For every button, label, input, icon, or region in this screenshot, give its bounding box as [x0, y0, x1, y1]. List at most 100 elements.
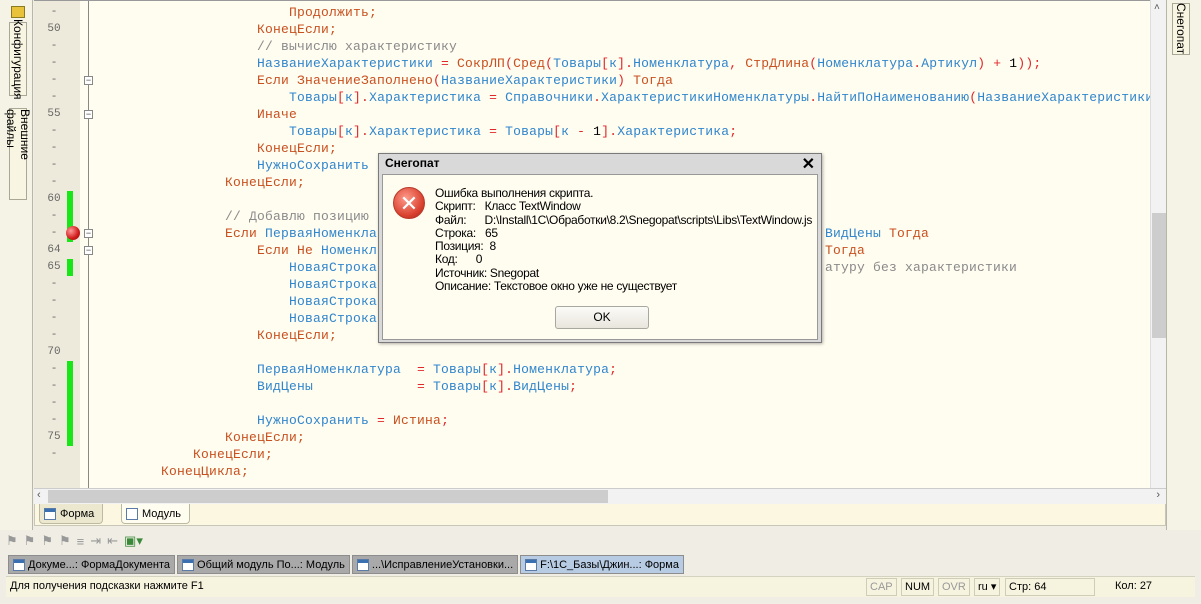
code-token: КонецЕсли;	[257, 141, 338, 156]
code-token: ].	[617, 56, 634, 71]
error-detail-line: Ошибка выполнения скрипта.	[435, 186, 594, 200]
code-line[interactable]: НоваяСтрока	[289, 293, 377, 310]
code-line[interactable]: КонецЕсли;	[257, 140, 337, 157]
code-line[interactable]: НужноСохранить = Истина;	[257, 412, 449, 429]
changed-line-marker	[67, 208, 73, 225]
code-token: .	[809, 90, 818, 105]
module-icon	[126, 507, 138, 520]
window-tab-label: Общий модуль По...: Модуль	[197, 558, 345, 571]
code-token: к	[561, 124, 578, 139]
code-line[interactable]: Продолжить;	[289, 4, 377, 21]
code-token: (	[505, 56, 514, 71]
scroll-up-icon[interactable]: ˄	[1154, 2, 1160, 13]
line-number: -	[50, 57, 58, 69]
code-token: =	[441, 56, 458, 71]
fold-toggle-icon[interactable]: −	[84, 76, 93, 85]
code-token: НоваяСтрока	[289, 260, 378, 275]
line-number: -	[50, 448, 58, 460]
code-token: атуру без характеристики	[825, 260, 1018, 275]
code-token: // Добавлю позицию	[225, 209, 370, 224]
line-number: -	[50, 363, 58, 375]
scroll-right-icon[interactable]: ›	[1156, 489, 1160, 501]
code-line[interactable]: НоваяСтрока	[289, 276, 377, 293]
code-line[interactable]: ВидЦены = Товары[к].ВидЦены;	[257, 378, 577, 395]
code-line[interactable]: ПерваяНоменклатура = Товары[к].Номенклат…	[257, 361, 617, 378]
cap-indicator: CAP	[866, 578, 897, 596]
code-token: ].	[601, 124, 618, 139]
code-line[interactable]: Товары[к].Характеристика = Справочники.Х…	[289, 89, 1153, 106]
code-line[interactable]: НоваяСтрока	[289, 259, 377, 276]
code-line[interactable]: Товары[к].Характеристика = Товары[к - 1]…	[289, 123, 737, 140]
next-bookmark-icon[interactable]: ⚑	[24, 533, 36, 549]
close-icon[interactable]: ✕	[802, 154, 815, 174]
format-icon[interactable]: ≡	[77, 534, 85, 549]
code-line-fragment[interactable]: ВидЦены Тогда	[825, 225, 929, 242]
scroll-left-icon[interactable]: ‹	[37, 489, 41, 501]
code-line[interactable]: КонецЕсли;	[225, 174, 305, 191]
code-line[interactable]: НазваниеХарактеристики = СокрЛП(Сред(Тов…	[257, 55, 1041, 72]
breakpoint-icon[interactable]	[66, 226, 80, 240]
changed-line-marker	[67, 361, 73, 378]
fold-toggle-icon[interactable]: −	[84, 229, 93, 238]
error-detail-line: Позиция: 8	[435, 239, 496, 254]
code-token: Номенклатура	[513, 362, 610, 377]
line-number: -	[50, 414, 58, 426]
code-line[interactable]: КонецЦикла;	[161, 463, 249, 480]
vertical-scrollbar[interactable]: ˄	[1150, 0, 1166, 488]
code-line[interactable]: Иначе	[257, 106, 297, 123]
line-number: -	[50, 380, 58, 392]
code-token: НайтиПоНаименованию	[817, 90, 970, 105]
line-number: 60	[47, 193, 61, 205]
scroll-thumb[interactable]	[1152, 213, 1166, 338]
fold-toggle-icon[interactable]: −	[84, 246, 93, 255]
code-line[interactable]: КонецЕсли;	[257, 327, 337, 344]
code-line-fragment[interactable]: Тогда	[825, 242, 865, 259]
code-token: Товары	[505, 124, 554, 139]
indent-icon[interactable]: ⇥	[90, 533, 101, 549]
horizontal-scrollbar[interactable]: ‹ ›	[34, 488, 1166, 504]
code-token: =	[489, 90, 506, 105]
code-token: ,	[729, 56, 746, 71]
code-line[interactable]: НоваяСтрока	[289, 310, 377, 327]
code-line[interactable]: Если ПерваяНоменкла	[225, 225, 377, 242]
language-selector[interactable]: ru ▾	[974, 578, 1001, 596]
tab-snegopat[interactable]: Снегопат	[1172, 3, 1190, 55]
code-line[interactable]: Если ЗначениеЗаполнено(НазваниеХарактери…	[257, 72, 673, 89]
code-line[interactable]: НужноСохранить	[257, 157, 377, 174]
code-token: Товары	[433, 362, 482, 377]
code-line[interactable]: КонецЕсли;	[225, 429, 305, 446]
tab-configuration[interactable]: Конфигурация	[9, 19, 27, 99]
ok-button[interactable]: OK	[555, 306, 649, 329]
code-line[interactable]: КонецЕсли;	[257, 21, 337, 38]
window-tab[interactable]: Общий модуль По...: Модуль	[177, 555, 350, 574]
outdent-icon[interactable]: ⇤	[107, 533, 118, 549]
code-token: Товары	[433, 379, 482, 394]
code-line[interactable]: Если Не Номенкл	[257, 242, 377, 259]
code-token: =	[417, 362, 434, 377]
prev-bookmark-icon[interactable]: ⚑	[41, 533, 53, 549]
code-token: к	[489, 379, 498, 394]
code-line[interactable]: // Добавлю позицию	[225, 208, 369, 225]
insert-icon[interactable]: ▣▾	[124, 533, 143, 549]
code-token: НужноСохранить	[257, 413, 378, 428]
bookmark-icon[interactable]: ⚑	[6, 533, 18, 549]
tab-form[interactable]: Форма	[39, 504, 104, 524]
window-icon	[13, 558, 25, 571]
code-token: КонецЦикла;	[161, 464, 250, 479]
window-tab[interactable]: Докуме...: ФормаДокумента	[8, 555, 176, 574]
scroll-thumb[interactable]	[48, 490, 608, 503]
window-tab[interactable]: ...\ИсправлениеУстановки...	[351, 555, 519, 574]
tab-module[interactable]: Модуль	[121, 504, 190, 524]
code-token: к	[345, 124, 354, 139]
code-token: ВидЦены	[257, 379, 418, 394]
code-line-fragment[interactable]: атуру без характеристики	[825, 259, 1017, 276]
window-tab[interactable]: F:\1C_Базы\Джин...: Форма	[520, 555, 684, 574]
clear-bookmarks-icon[interactable]: ⚑	[59, 533, 71, 549]
code-line[interactable]: КонецЕсли;	[193, 446, 273, 463]
fold-toggle-icon[interactable]: −	[84, 110, 93, 119]
code-token: Товары	[553, 56, 602, 71]
tab-external-files[interactable]: Внешние файлы	[4, 108, 32, 200]
code-token: .	[593, 90, 602, 105]
code-line[interactable]: // вычислю характеристику	[257, 38, 457, 55]
code-token: КонецЕсли;	[193, 447, 274, 462]
